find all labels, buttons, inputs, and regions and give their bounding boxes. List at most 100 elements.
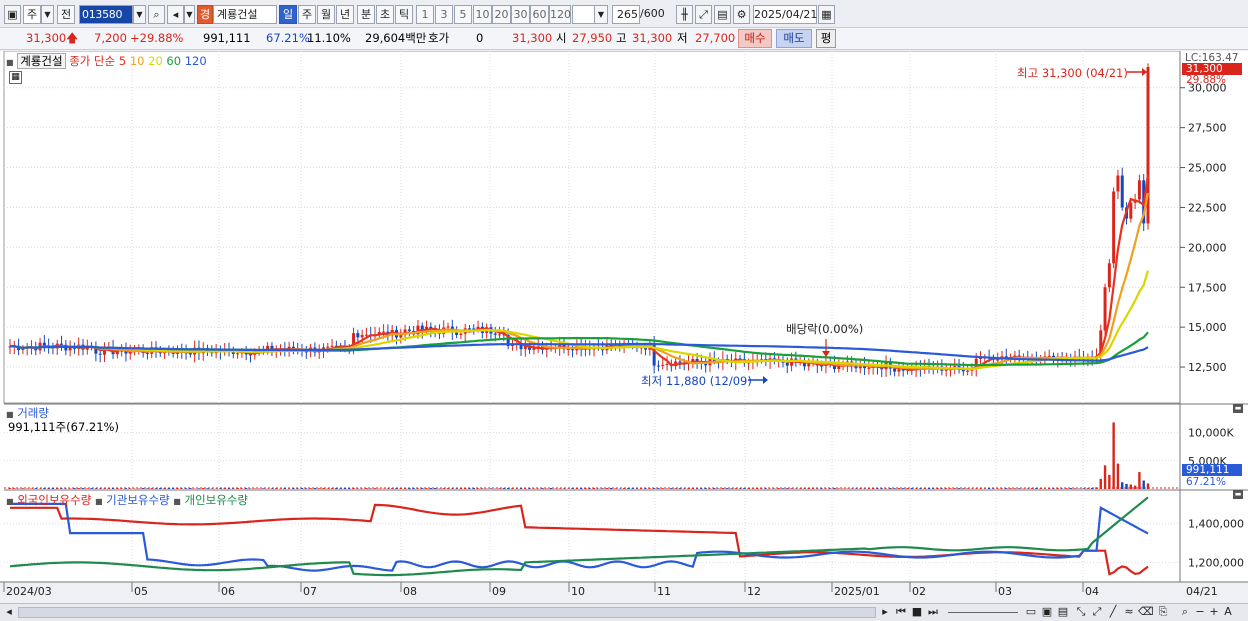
price-title[interactable]: 계룡건설 bbox=[17, 53, 66, 69]
zoom-in-icon[interactable]: + bbox=[1208, 605, 1220, 620]
chevron-down-icon[interactable]: ▼ bbox=[41, 5, 54, 24]
minute-120[interactable]: 120 bbox=[549, 5, 571, 24]
layout-icon[interactable]: ▤ bbox=[1056, 605, 1070, 620]
minute-3[interactable]: 3 bbox=[435, 5, 453, 24]
period-tick[interactable]: 틱 bbox=[395, 5, 413, 24]
layout-icon[interactable]: ▭ bbox=[1024, 605, 1038, 620]
stop-icon[interactable]: ■ bbox=[910, 605, 924, 620]
trend-icon[interactable]: ⤢ bbox=[1090, 605, 1104, 620]
volume-tag: 991,111 bbox=[1182, 464, 1242, 476]
minute-60[interactable]: 60 bbox=[530, 5, 549, 24]
candle-body bbox=[356, 333, 360, 338]
wave-icon[interactable]: ≈ bbox=[1122, 605, 1136, 620]
horizontal-scrollbar[interactable] bbox=[18, 607, 876, 618]
legend-individual: 개인보유수량 bbox=[184, 493, 248, 507]
period-second[interactable]: 초 bbox=[376, 5, 394, 24]
eraser-icon[interactable]: ⌫ bbox=[1138, 605, 1154, 620]
period-year[interactable]: 년 bbox=[336, 5, 354, 24]
candle-icon[interactable]: ╫ bbox=[676, 5, 693, 24]
cursor-icon[interactable]: ⤡ bbox=[1074, 605, 1088, 620]
ma-label: 종가 단순 bbox=[69, 54, 116, 68]
minute-1[interactable]: 1 bbox=[416, 5, 434, 24]
window-icon[interactable]: ▣ bbox=[4, 5, 21, 24]
volume-bar bbox=[489, 488, 493, 489]
scroll-left-icon[interactable]: ◂ bbox=[2, 605, 16, 620]
volume-bar bbox=[223, 488, 226, 489]
x-axis-label: 2025/01 bbox=[834, 585, 880, 598]
chevron-down-icon[interactable]: ▼ bbox=[133, 5, 146, 24]
market-select[interactable]: 주 bbox=[23, 5, 41, 24]
panel-close-icon[interactable]: ▬ bbox=[1233, 404, 1243, 413]
volume-bar bbox=[403, 488, 407, 489]
period-month[interactable]: 월 bbox=[317, 5, 335, 24]
volume-bar bbox=[90, 488, 93, 489]
volume-bar bbox=[395, 488, 398, 489]
font-size-icon[interactable]: A bbox=[1222, 605, 1234, 620]
volume-bar bbox=[511, 488, 514, 489]
minute-20[interactable]: 20 bbox=[492, 5, 511, 24]
volume-bar bbox=[588, 488, 591, 489]
speaker-icon[interactable]: ◂ bbox=[167, 5, 184, 24]
stock-code-input[interactable]: 013580 bbox=[79, 5, 133, 24]
zoom-slider[interactable] bbox=[948, 605, 1018, 613]
candle-body bbox=[897, 369, 901, 372]
scroll-right-icon[interactable]: ▸ bbox=[878, 605, 892, 620]
period-week[interactable]: 주 bbox=[298, 5, 316, 24]
count-input[interactable]: 265 bbox=[612, 5, 640, 24]
stock-name-field[interactable]: 계룡건설 bbox=[213, 5, 277, 24]
ma-period-120: 120 bbox=[181, 54, 207, 68]
period-day[interactable]: 일 bbox=[279, 5, 297, 24]
table-icon[interactable]: ▦ bbox=[9, 71, 22, 84]
candle-body bbox=[326, 346, 330, 348]
volume-bar bbox=[184, 488, 188, 489]
volume-bar bbox=[322, 488, 325, 489]
candle-body bbox=[145, 352, 149, 354]
minute-30[interactable]: 30 bbox=[511, 5, 530, 24]
minute-5[interactable]: 5 bbox=[454, 5, 472, 24]
volume-bar bbox=[949, 488, 952, 489]
period-minute[interactable]: 분 bbox=[357, 5, 375, 24]
layout-icon[interactable]: ▣ bbox=[1040, 605, 1054, 620]
calendar-icon[interactable]: ▦ bbox=[818, 5, 835, 24]
candle-body bbox=[330, 345, 334, 347]
search-icon[interactable]: ⌕ bbox=[148, 5, 165, 24]
volume-bar bbox=[1142, 480, 1145, 489]
volume-bar bbox=[1103, 465, 1107, 489]
hoga-price: 31,300 bbox=[512, 31, 553, 45]
zoom-out-icon[interactable]: − bbox=[1194, 605, 1206, 620]
volume-bar bbox=[21, 488, 25, 489]
draw-tool-icon[interactable]: ⤢ bbox=[695, 5, 712, 24]
chart-area[interactable]: 2024/03 05 06 07 08 09 10 11 12 2025/01 02 03 04 04/2… bbox=[0, 50, 1248, 603]
volume-bar bbox=[1112, 422, 1115, 489]
volume-bar bbox=[1086, 488, 1090, 489]
date-input[interactable]: 2025/04/21 bbox=[753, 5, 817, 24]
buy-button[interactable]: 매수 bbox=[738, 29, 772, 48]
panel-close-icon[interactable]: ▬ bbox=[1233, 490, 1243, 499]
chevron-down-icon[interactable]: ▼ bbox=[594, 5, 608, 24]
candle-body bbox=[867, 367, 871, 369]
line-icon[interactable]: ╱ bbox=[1106, 605, 1120, 620]
copy-icon[interactable]: ⎘ bbox=[1156, 605, 1170, 620]
chart-canvas[interactable]: 2024/03 05 06 07 08 09 10 11 12 2025/01 02 03 04 04/2… bbox=[0, 50, 1248, 603]
stock-badge: 경 bbox=[197, 5, 213, 24]
volume-bar bbox=[1069, 488, 1072, 489]
volume-bar bbox=[433, 488, 437, 489]
volume-bar bbox=[622, 488, 626, 489]
candle-body bbox=[382, 331, 386, 333]
chevron-down-icon[interactable]: ▼ bbox=[184, 5, 195, 24]
volume-bar bbox=[1013, 488, 1017, 489]
rewind-icon[interactable]: ⏮ bbox=[894, 605, 908, 620]
forward-icon[interactable]: ⏭ bbox=[926, 605, 940, 620]
price-axis-label: 20,000 bbox=[1188, 241, 1227, 254]
gear-icon[interactable]: ⚙ bbox=[733, 5, 750, 24]
volume-bar bbox=[893, 488, 896, 489]
prev-button[interactable]: 전 bbox=[57, 5, 75, 24]
magnifier-icon[interactable]: ⌕ bbox=[1178, 605, 1192, 620]
x-axis-label: 06 bbox=[221, 585, 235, 598]
price-change: 7,200 bbox=[94, 31, 127, 45]
minute-10[interactable]: 10 bbox=[473, 5, 492, 24]
volume-bar bbox=[468, 488, 471, 489]
save-icon[interactable]: ▤ bbox=[714, 5, 731, 24]
sell-button[interactable]: 매도 bbox=[776, 29, 812, 48]
average-button[interactable]: 평 bbox=[816, 29, 836, 48]
